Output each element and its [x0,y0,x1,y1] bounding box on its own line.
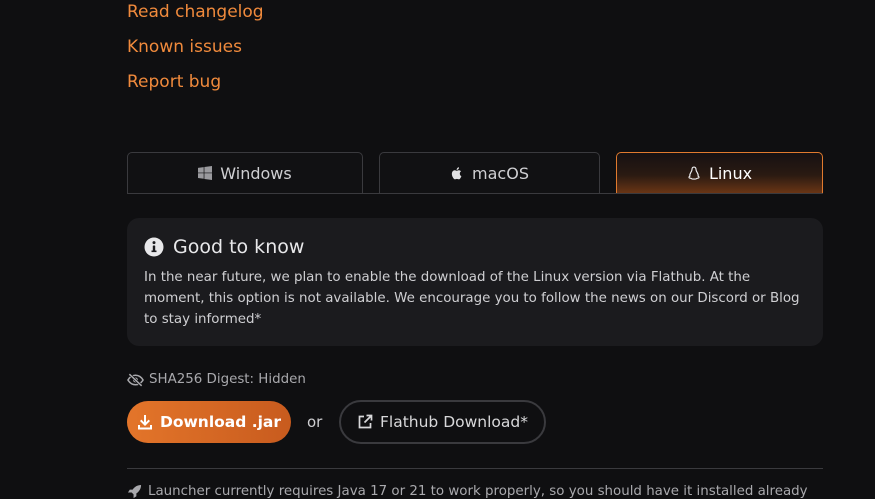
known-issues-link[interactable]: Known issues [127,37,242,57]
download-jar-button[interactable]: Download .jar [127,401,291,443]
tab-macos-label: macOS [472,163,529,183]
or-separator: or [307,413,323,431]
eye-slash-icon [127,372,144,387]
flathub-download-button[interactable]: Flathub Download* [339,400,546,444]
java-requirement-text: Launcher currently requires Java 17 or 2… [148,484,808,499]
info-card: Good to know In the near future, we plan… [127,218,823,346]
section-divider [127,468,823,469]
tabs-divider [127,193,823,194]
info-icon [144,237,164,257]
info-card-title: Good to know [173,236,305,258]
tab-windows[interactable]: Windows [127,152,363,193]
windows-icon [198,166,213,180]
os-tabs: Windows macOS Linux [127,152,823,194]
tab-macos[interactable]: macOS [379,152,600,193]
flathub-download-label: Flathub Download* [379,413,528,431]
report-bug-link[interactable]: Report bug [127,72,221,92]
sha-digest: SHA256 Digest: Hidden [127,372,306,387]
download-icon [137,415,152,430]
linux-icon [688,166,700,180]
info-card-header: Good to know [144,236,806,258]
read-changelog-link[interactable]: Read changelog [127,2,264,22]
external-link-icon [358,414,373,429]
tab-linux-label: Linux [708,163,753,183]
apple-icon [451,167,462,180]
rocket-icon [127,484,142,499]
info-card-text: In the near future, we plan to enable th… [144,270,800,327]
java-requirement-note: Launcher currently requires Java 17 or 2… [127,484,808,499]
sha-digest-label: SHA256 Digest: Hidden [149,372,306,387]
tab-windows-label: Windows [220,163,292,183]
tab-linux[interactable]: Linux [616,152,823,193]
download-jar-label: Download .jar [159,413,282,431]
